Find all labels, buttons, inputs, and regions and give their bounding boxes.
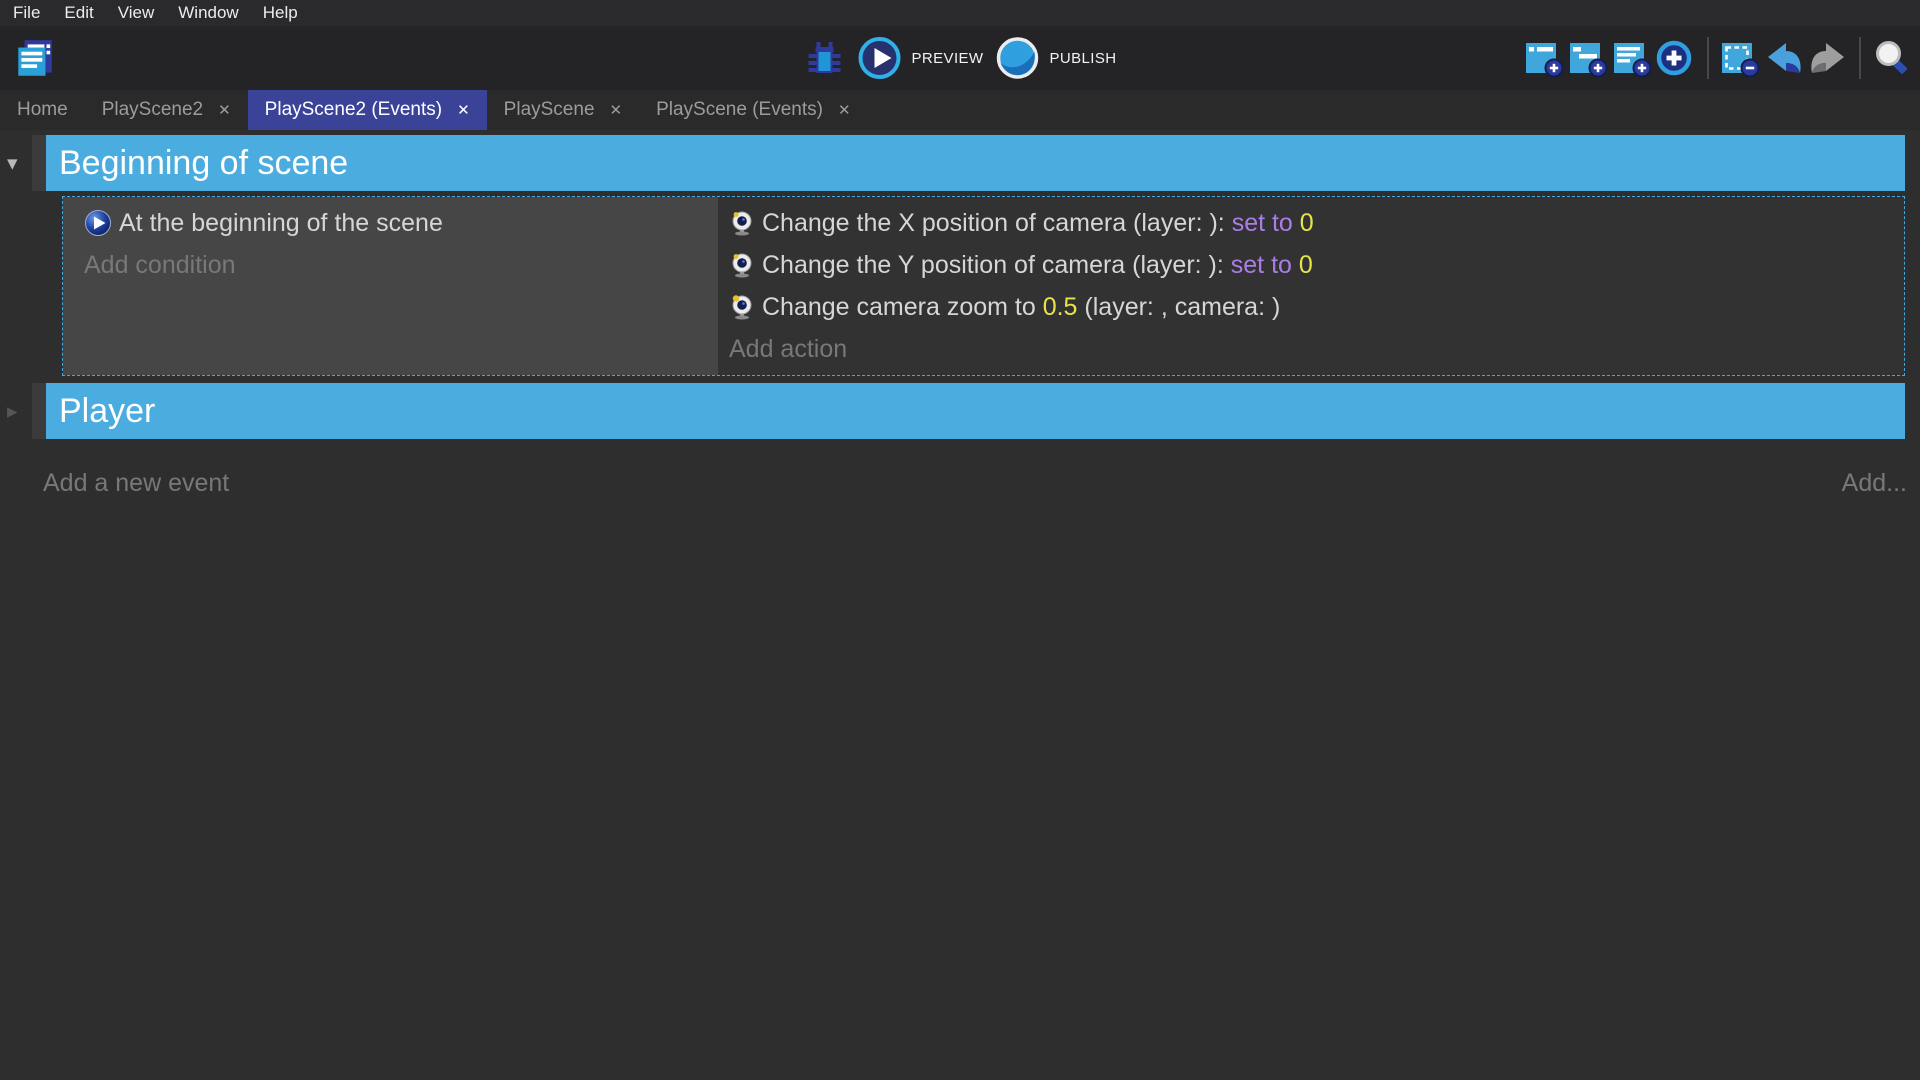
add-more-button[interactable]: Add... [1842, 469, 1907, 498]
toolbar-separator [1707, 37, 1709, 79]
event-group-player: ▸ Player [0, 383, 1905, 439]
action-item[interactable]: Change camera zoom to 0.5 (layer: , came… [729, 286, 1896, 328]
add-action-button[interactable]: Add action [729, 328, 1896, 370]
add-event-row: Add a new event Add... [43, 469, 1907, 498]
tabbar: Home PlayScene2 ✕ PlayScene2 (Events) ✕ … [0, 90, 1920, 130]
tab-home[interactable]: Home [0, 90, 85, 130]
undo-icon[interactable] [1764, 38, 1804, 78]
group-title: Player [59, 392, 155, 431]
tab-label: PlayScene [504, 99, 595, 121]
menubar: File Edit View Window Help [0, 0, 1920, 26]
expand-arrow-icon[interactable]: ▸ [0, 383, 32, 439]
condition-text: At the beginning of the scene [119, 209, 443, 238]
action-item[interactable]: Change the Y position of camera (layer: … [729, 244, 1896, 286]
preview-label: PREVIEW [912, 50, 984, 67]
tab-playscene2-events[interactable]: PlayScene2 (Events) ✕ [248, 90, 487, 130]
conditions-panel: At the beginning of the scene Add condit… [63, 197, 718, 375]
delete-selection-icon[interactable] [1720, 38, 1760, 78]
camera-zoom-icon [729, 294, 755, 320]
add-new-event-button[interactable]: Add a new event [43, 469, 229, 498]
search-icon[interactable] [1872, 38, 1912, 78]
action-text: Change the Y position of camera (layer: … [762, 251, 1313, 280]
add-subevent-icon[interactable] [1568, 38, 1608, 78]
project-manager-icon[interactable] [12, 35, 58, 81]
tab-label: Home [17, 99, 68, 121]
event[interactable]: At the beginning of the scene Add condit… [62, 196, 1905, 376]
add-comment-icon[interactable] [1612, 38, 1652, 78]
group-drag-handle[interactable] [32, 135, 46, 191]
tab-playscene2[interactable]: PlayScene2 ✕ [85, 90, 248, 130]
toolbar: PREVIEW PUBLISH [0, 26, 1920, 90]
add-condition-button[interactable]: Add condition [84, 244, 710, 286]
toolbar-separator [1859, 37, 1861, 79]
close-icon[interactable]: ✕ [218, 101, 231, 119]
menu-file[interactable]: File [4, 3, 52, 23]
tab-label: PlayScene2 [102, 99, 203, 121]
add-action-label: Add action [729, 335, 847, 364]
events-sheet: ▾ Beginning of scene [0, 135, 1920, 498]
tab-playscene[interactable]: PlayScene ✕ [487, 90, 639, 130]
debug-icon[interactable] [804, 37, 846, 79]
event-group-beginning: ▾ Beginning of scene [0, 135, 1905, 191]
tab-label: PlayScene (Events) [656, 99, 823, 121]
actions-panel: Change the X position of camera (layer: … [718, 197, 1904, 375]
collapse-arrow-icon[interactable]: ▾ [0, 135, 32, 191]
menu-view[interactable]: View [106, 3, 167, 23]
camera-icon [729, 210, 755, 236]
action-text: Change camera zoom to 0.5 (layer: , came… [762, 293, 1280, 322]
preview-play-icon [857, 35, 903, 81]
publish-icon [994, 35, 1040, 81]
publish-button[interactable]: PUBLISH [994, 35, 1116, 81]
add-event-icon[interactable] [1524, 38, 1564, 78]
group-title: Beginning of scene [59, 144, 348, 183]
menu-window[interactable]: Window [166, 3, 250, 23]
redo-icon[interactable] [1808, 38, 1848, 78]
close-icon[interactable]: ✕ [457, 101, 470, 119]
menu-help[interactable]: Help [251, 3, 310, 23]
preview-button[interactable]: PREVIEW [857, 35, 984, 81]
close-icon[interactable]: ✕ [838, 101, 851, 119]
action-item[interactable]: Change the X position of camera (layer: … [729, 202, 1896, 244]
group-header-player[interactable]: Player [46, 383, 1905, 439]
tab-label: PlayScene2 (Events) [265, 99, 442, 121]
close-icon[interactable]: ✕ [610, 101, 623, 119]
add-condition-label: Add condition [84, 251, 236, 280]
action-text: Change the X position of camera (layer: … [762, 209, 1314, 238]
camera-icon [729, 252, 755, 278]
group-header-beginning-of-scene[interactable]: Beginning of scene [46, 135, 1905, 191]
tab-playscene-events[interactable]: PlayScene (Events) ✕ [639, 90, 867, 130]
group-drag-handle[interactable] [32, 383, 46, 439]
play-orb-icon [84, 209, 112, 237]
menu-edit[interactable]: Edit [52, 3, 105, 23]
condition-item[interactable]: At the beginning of the scene [84, 202, 710, 244]
add-other-event-icon[interactable] [1656, 38, 1696, 78]
publish-label: PUBLISH [1049, 50, 1116, 67]
